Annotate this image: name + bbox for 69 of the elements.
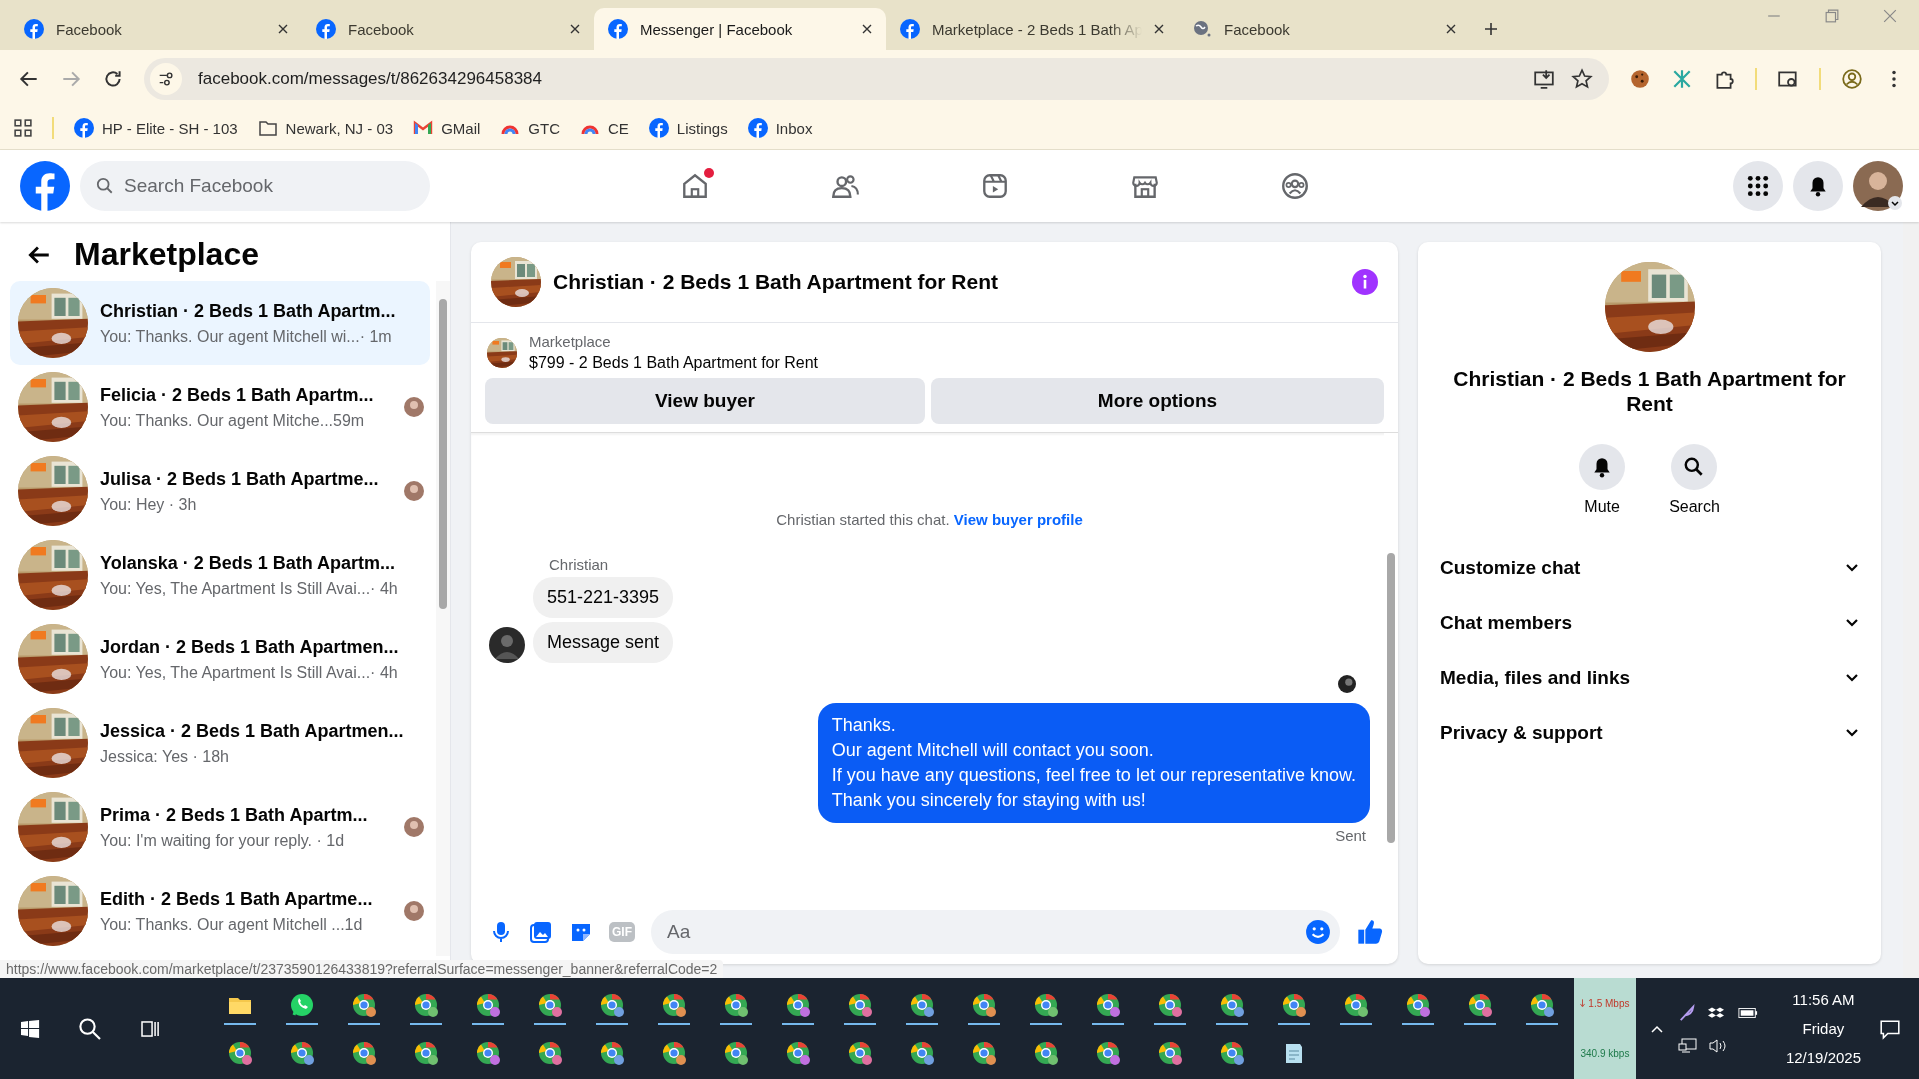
bookmark-label: GTC bbox=[528, 119, 560, 137]
message-preview: You: Yes, The Apartment Is Still Avai...· 4h bbox=[100, 663, 399, 682]
bookmark-label: GMail bbox=[441, 119, 481, 137]
conversation-name: Jordan · 2 Beds 1 Bath Apartmen... bbox=[100, 636, 400, 658]
section-label: Chat members bbox=[1440, 611, 1572, 634]
action-button[interactable]: View buyer bbox=[485, 378, 925, 424]
clock-time[interactable]: 11:56 AM bbox=[1792, 991, 1855, 1008]
sidebar-title: Marketplace bbox=[74, 236, 259, 273]
conversation-name: Yolanska · 2 Beds 1 Bath Apartm... bbox=[100, 552, 397, 574]
conversation-item[interactable]: Edith · 2 Beds 1 Bath Apartme... You: Thanks. Our agent Mitchell ...1d bbox=[10, 869, 430, 953]
listing-label: Marketplace bbox=[529, 333, 612, 350]
conversation-name: Jessica · 2 Beds 1 Bath Apartmen... bbox=[100, 720, 405, 742]
message-preview: You: Thanks. Our agent Mitchell ...1d bbox=[100, 915, 364, 934]
conversation-item[interactable]: Yolanska · 2 Beds 1 Bath Apartm... You: Yes, The Apartment Is Still Avai...· 4h bbox=[10, 533, 430, 617]
bookmark-label: Listings bbox=[676, 119, 728, 137]
chat-title: Christian · 2 Beds 1 Bath Apartment for Rent bbox=[1452, 366, 1847, 417]
sender-name: Christian bbox=[549, 556, 610, 573]
upload-speed: 340.9 kbps bbox=[1580, 1048, 1630, 1060]
browser-tab[interactable]: Messenger | Facebook bbox=[594, 8, 886, 50]
action-label: Search bbox=[1669, 498, 1720, 517]
chat-title: Christian · 2 Beds 1 Bath Apartment for Rent bbox=[553, 270, 999, 294]
conversation-item[interactable]: Julisa · 2 Beds 1 Bath Apartme... You: Hey · 3h bbox=[10, 449, 430, 533]
conversation-name: Edith · 2 Beds 1 Bath Apartme... bbox=[100, 888, 374, 910]
sent-status: Sent bbox=[1335, 827, 1366, 844]
browser-tab[interactable]: Facebook bbox=[1178, 8, 1470, 50]
conversation-item[interactable]: Jordan · 2 Beds 1 Bath Apartmen... You: Yes, The Apartment Is Still Avai...· 4h bbox=[10, 617, 430, 701]
conversation-item[interactable]: Jessica · 2 Beds 1 Bath Apartmen... Jessica: Yes · 18h bbox=[10, 701, 430, 785]
conversation-item[interactable]: Prima · 2 Beds 1 Bath Apartm... You: I'm waiting for your reply. · 1d bbox=[10, 785, 430, 869]
listing-title: $799 - 2 Beds 1 Bath Apartment for Rent bbox=[529, 354, 819, 372]
tab-title: Facebook bbox=[56, 20, 123, 38]
bookmark-label: Newark, NJ - 03 bbox=[285, 119, 394, 137]
action-label: Mute bbox=[1584, 498, 1620, 517]
download-speed: 1.5 Mbps bbox=[1588, 997, 1630, 1009]
conversation-name: Christian · 2 Beds 1 Bath Apartm... bbox=[100, 300, 397, 322]
address-bar[interactable]: facebook.com/messages/t/862634296458384 bbox=[144, 57, 1609, 100]
url-text: facebook.com/messages/t/862634296458384 bbox=[198, 68, 544, 89]
search-field[interactable]: Search Facebook bbox=[80, 161, 430, 211]
section-label: Customize chat bbox=[1440, 556, 1581, 579]
section-label: Media, files and links bbox=[1440, 666, 1631, 689]
clock-day[interactable]: Friday bbox=[1802, 1020, 1845, 1037]
clock-date[interactable]: 12/19/2025 bbox=[1785, 1049, 1861, 1066]
browser-tab[interactable]: Facebook bbox=[10, 8, 302, 50]
tab-title: Messenger | Facebook bbox=[640, 20, 794, 38]
conversation-name: Felicia · 2 Beds 1 Bath Apartm... bbox=[100, 384, 375, 406]
tab-title: Facebook bbox=[348, 20, 415, 38]
message-bubble: Thanks. Our agent Mitchell will contact you soon. If you have any questions, feel free to let our representative know. Thank you sincerely for staying with us! bbox=[817, 703, 1370, 823]
message-preview: You: Thanks. Our agent Mitche...59m bbox=[100, 411, 366, 430]
bookmark-label: HP - Elite - SH - 103 bbox=[102, 119, 238, 137]
message-preview: You: Thanks. Our agent Mitchell wi...· 1m bbox=[100, 327, 393, 346]
conversation-name: Prima · 2 Beds 1 Bath Apartm... bbox=[100, 804, 369, 826]
message-preview: You: I'm waiting for your reply. · 1d bbox=[100, 831, 346, 850]
chat-notice: Christian started this chat. View buyer profile bbox=[775, 511, 1084, 528]
conversation-item[interactable]: Felicia · 2 Beds 1 Bath Apartm... You: Thanks. Our agent Mitche...59m bbox=[10, 365, 430, 449]
message-preview: Jessica: Yes · 18h bbox=[100, 747, 230, 766]
message-field[interactable]: Aa bbox=[651, 910, 1340, 954]
bookmark-label: CE bbox=[608, 119, 629, 137]
bookmark-label: Inbox bbox=[775, 119, 813, 137]
conversation-item[interactable]: Christian · 2 Beds 1 Bath Apartm... You: Thanks. Our agent Mitchell wi...· 1m bbox=[10, 281, 430, 365]
status-url: https://www.facebook.com/marketplace/t/2373590126433819?referralSurface=messenger_banner&referralCode=2 bbox=[0, 960, 724, 978]
message-bubble: 551-221-3395 bbox=[533, 577, 674, 618]
message-bubble: Message sent bbox=[533, 622, 674, 663]
conversation-name: Julisa · 2 Beds 1 Bath Apartme... bbox=[100, 468, 380, 490]
action-button[interactable]: More options bbox=[931, 378, 1384, 424]
message-preview: You: Yes, The Apartment Is Still Avai...· 4h bbox=[100, 579, 399, 598]
section-label: Privacy & support bbox=[1440, 721, 1603, 744]
view-buyer-profile-link[interactable]: View buyer profile bbox=[953, 511, 1083, 528]
message-preview: You: Hey · 3h bbox=[100, 495, 198, 514]
tab-title: Facebook bbox=[1224, 20, 1291, 38]
browser-tab[interactable]: Facebook bbox=[302, 8, 594, 50]
